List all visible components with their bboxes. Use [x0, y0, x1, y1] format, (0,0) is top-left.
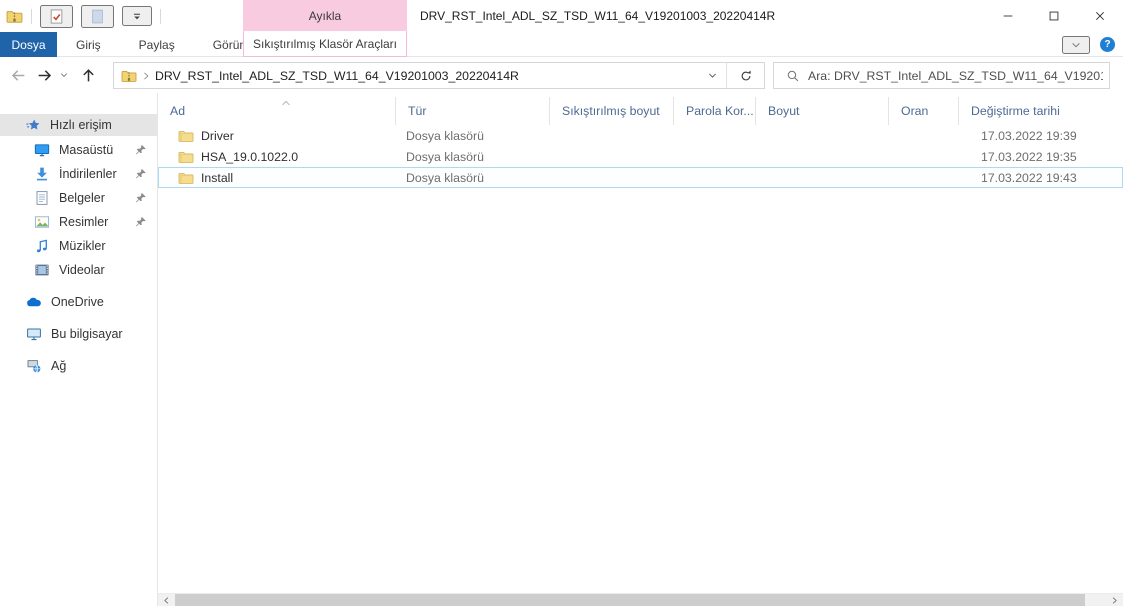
sort-ascending-icon — [280, 97, 292, 109]
recent-locations-dropdown[interactable] — [56, 63, 72, 87]
file-name: HSA_19.0.1022.0 — [201, 149, 299, 164]
quick-access-toolbar — [6, 0, 161, 32]
horizontal-scrollbar[interactable] — [158, 593, 1123, 606]
table-row-highlighted[interactable]: Install Dosya klasörü 17.03.2022 19:43 — [158, 167, 1123, 188]
pin-icon — [135, 168, 147, 180]
window-title: DRV_RST_Intel_ADL_SZ_TSD_W11_64_V1920100… — [420, 9, 776, 23]
ribbon-right-controls: ? — [1062, 32, 1115, 57]
column-header-password[interactable]: Parola Kor... — [674, 97, 756, 125]
tab-compressed-folder-tools[interactable]: Sıkıştırılmış Klasör Araçları — [243, 31, 407, 57]
folder-icon — [178, 149, 194, 165]
table-row[interactable]: Driver Dosya klasörü 17.03.2022 19:39 — [158, 125, 1123, 146]
tab-home[interactable]: Giriş — [57, 32, 120, 57]
pin-icon — [135, 144, 147, 156]
customize-toolbar-dropdown[interactable] — [122, 6, 152, 26]
pictures-icon — [34, 214, 50, 230]
minimize-ribbon-chevron[interactable] — [1062, 35, 1090, 54]
folder-icon — [178, 128, 194, 144]
pin-icon — [135, 192, 147, 204]
properties-button[interactable] — [40, 4, 73, 28]
file-name: Driver — [201, 128, 234, 143]
file-modified-date: 17.03.2022 19:39 — [981, 128, 1077, 143]
downloads-icon — [34, 166, 50, 182]
maximize-button[interactable] — [1031, 0, 1077, 32]
scroll-left-icon[interactable] — [158, 594, 175, 606]
sidebar-item-documents[interactable]: Belgeler — [0, 186, 157, 210]
toolbar-separator — [160, 8, 161, 24]
sidebar-item-music[interactable]: Müzikler — [0, 234, 157, 258]
computer-icon — [26, 326, 42, 342]
close-button[interactable] — [1077, 0, 1123, 32]
pin-icon — [135, 216, 147, 228]
column-header-name[interactable]: Ad — [158, 97, 396, 125]
window-controls — [985, 0, 1123, 32]
navigation-pane: Hızlı erişim Masaüstü İndirilenler Belge… — [0, 93, 158, 606]
breadcrumb-path[interactable]: DRV_RST_Intel_ADL_SZ_TSD_W11_64_V1920100… — [155, 69, 519, 83]
forward-button[interactable] — [32, 63, 56, 87]
file-type: Dosya klasörü — [406, 128, 484, 143]
scrollbar-thumb[interactable] — [175, 594, 1085, 606]
column-header-row: Ad Tür Sıkıştırılmış boyut Parola Kor...… — [158, 97, 1123, 125]
column-header-type[interactable]: Tür — [396, 97, 550, 125]
sidebar-item-this-pc[interactable]: Bu bilgisayar — [0, 322, 157, 346]
scroll-right-icon[interactable] — [1106, 594, 1123, 606]
up-button[interactable] — [76, 63, 100, 87]
tab-file[interactable]: Dosya — [0, 32, 57, 57]
breadcrumb-chevron-icon[interactable] — [141, 71, 151, 81]
title-bar: Ayıkla DRV_RST_Intel_ADL_SZ_TSD_W11_64_V… — [0, 0, 1123, 32]
address-dropdown-button[interactable] — [698, 63, 726, 88]
contextual-group-extract: Ayıkla — [243, 0, 407, 31]
help-icon[interactable]: ? — [1100, 37, 1115, 52]
quick-access-icon — [26, 117, 41, 132]
documents-icon — [34, 190, 50, 206]
videos-icon — [34, 262, 50, 278]
file-type: Dosya klasörü — [406, 170, 484, 185]
column-header-modified[interactable]: Değiştirme tarihi — [959, 97, 1123, 125]
network-icon — [26, 358, 42, 374]
address-zip-icon — [121, 68, 137, 84]
minimize-button[interactable] — [985, 0, 1031, 32]
refresh-button[interactable] — [726, 63, 764, 88]
column-header-size[interactable]: Boyut — [756, 97, 889, 125]
folder-icon — [178, 170, 194, 186]
sidebar-item-videos[interactable]: Videolar — [0, 258, 157, 282]
zip-app-icon[interactable] — [6, 8, 23, 25]
search-icon — [786, 69, 800, 83]
onedrive-icon — [26, 294, 42, 310]
desktop-icon — [34, 142, 50, 158]
sidebar-item-downloads[interactable]: İndirilenler — [0, 162, 157, 186]
search-input[interactable] — [800, 68, 1109, 83]
search-box[interactable] — [773, 62, 1110, 89]
ribbon-tab-row: Dosya Giriş Paylaş Görünüm — [0, 32, 1123, 57]
file-type: Dosya klasörü — [406, 149, 484, 164]
sidebar-item-onedrive[interactable]: OneDrive — [0, 290, 157, 314]
back-button[interactable] — [6, 63, 30, 87]
file-name: Install — [201, 170, 234, 185]
address-bar[interactable]: DRV_RST_Intel_ADL_SZ_TSD_W11_64_V1920100… — [113, 62, 765, 89]
toolbar-separator — [31, 8, 32, 24]
file-list: Ad Tür Sıkıştırılmış boyut Parola Kor...… — [158, 93, 1123, 593]
music-icon — [34, 238, 50, 254]
file-modified-date: 17.03.2022 19:35 — [981, 149, 1077, 164]
sidebar-item-desktop[interactable]: Masaüstü — [0, 138, 157, 162]
table-row[interactable]: HSA_19.0.1022.0 Dosya klasörü 17.03.2022… — [158, 146, 1123, 167]
column-header-compressed-size[interactable]: Sıkıştırılmış boyut — [550, 97, 674, 125]
contextual-group-label: Ayıkla — [308, 8, 342, 23]
sidebar-item-network[interactable]: Ağ — [0, 354, 157, 378]
sidebar-item-quick-access[interactable]: Hızlı erişim — [0, 114, 157, 136]
sidebar-item-pictures[interactable]: Resimler — [0, 210, 157, 234]
address-row: DRV_RST_Intel_ADL_SZ_TSD_W11_64_V1920100… — [0, 57, 1123, 93]
column-header-ratio[interactable]: Oran — [889, 97, 959, 125]
tab-share[interactable]: Paylaş — [120, 32, 194, 57]
new-folder-button[interactable] — [81, 4, 114, 28]
explorer-window: Ayıkla DRV_RST_Intel_ADL_SZ_TSD_W11_64_V… — [0, 0, 1123, 606]
file-modified-date: 17.03.2022 19:43 — [981, 170, 1077, 185]
